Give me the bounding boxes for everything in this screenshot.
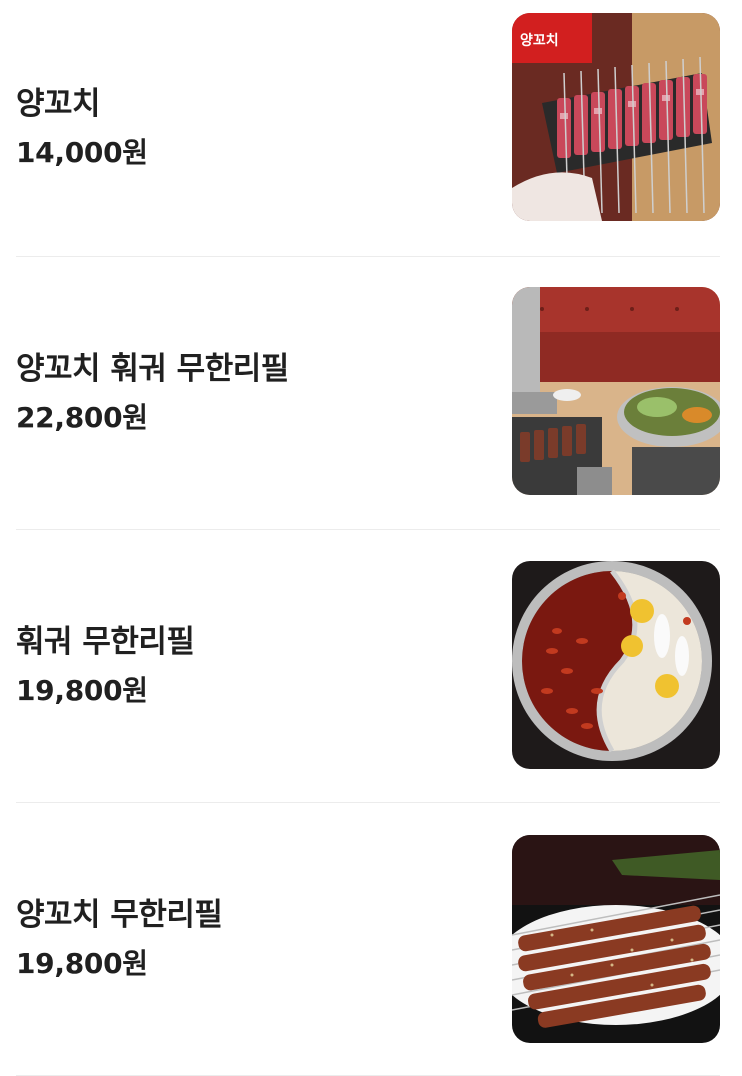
menu-item-name: 훠궈 무한리필	[16, 624, 195, 660]
grilled-lamb-skewers-plate-photo[interactable]	[512, 835, 720, 1043]
menu-item-price: 19,800원	[16, 674, 148, 707]
menu-item-price: 14,000원	[16, 136, 148, 169]
menu-item-price: 22,800원	[16, 401, 148, 434]
menu-item-lamb-skewers-hotpot-unlimited[interactable]: 양꼬치 훠궈 무한리필 22,800원	[16, 257, 720, 530]
menu-item-price: 19,800원	[16, 947, 148, 980]
menu-item-name: 양꼬치 훠궈 무한리필	[16, 351, 289, 387]
menu-item-name: 양꼬치 무한리필	[16, 897, 223, 933]
menu-item-text: 훠궈 무한리필 19,800원	[16, 530, 496, 802]
sign-text: 양꼬치	[520, 33, 559, 49]
menu-item-hotpot-unlimited[interactable]: 훠궈 무한리필 19,800원	[16, 530, 720, 803]
menu-item-name: 양꼬치	[16, 86, 101, 122]
menu-item-text: 양꼬치 14,000원	[16, 0, 496, 256]
photo-illustration	[512, 287, 720, 495]
menu-item-text: 양꼬치 무한리필 19,800원	[16, 803, 496, 1075]
photo-illustration	[512, 835, 720, 1043]
photo-illustration	[512, 561, 720, 769]
lamb-skewers-and-hotpot-table-photo[interactable]	[512, 287, 720, 495]
photo-illustration: 양꼬치	[512, 13, 720, 221]
menu-item-lamb-skewers[interactable]: 양꼬치 14,000원 양꼬치	[16, 0, 720, 257]
lamb-skewers-raw-photo[interactable]: 양꼬치	[512, 13, 720, 221]
menu-item-lamb-skewers-unlimited[interactable]: 양꼬치 무한리필 19,800원	[16, 803, 720, 1076]
menu-item-text: 양꼬치 훠궈 무한리필 22,800원	[16, 257, 496, 529]
split-hotpot-photo[interactable]	[512, 561, 720, 769]
